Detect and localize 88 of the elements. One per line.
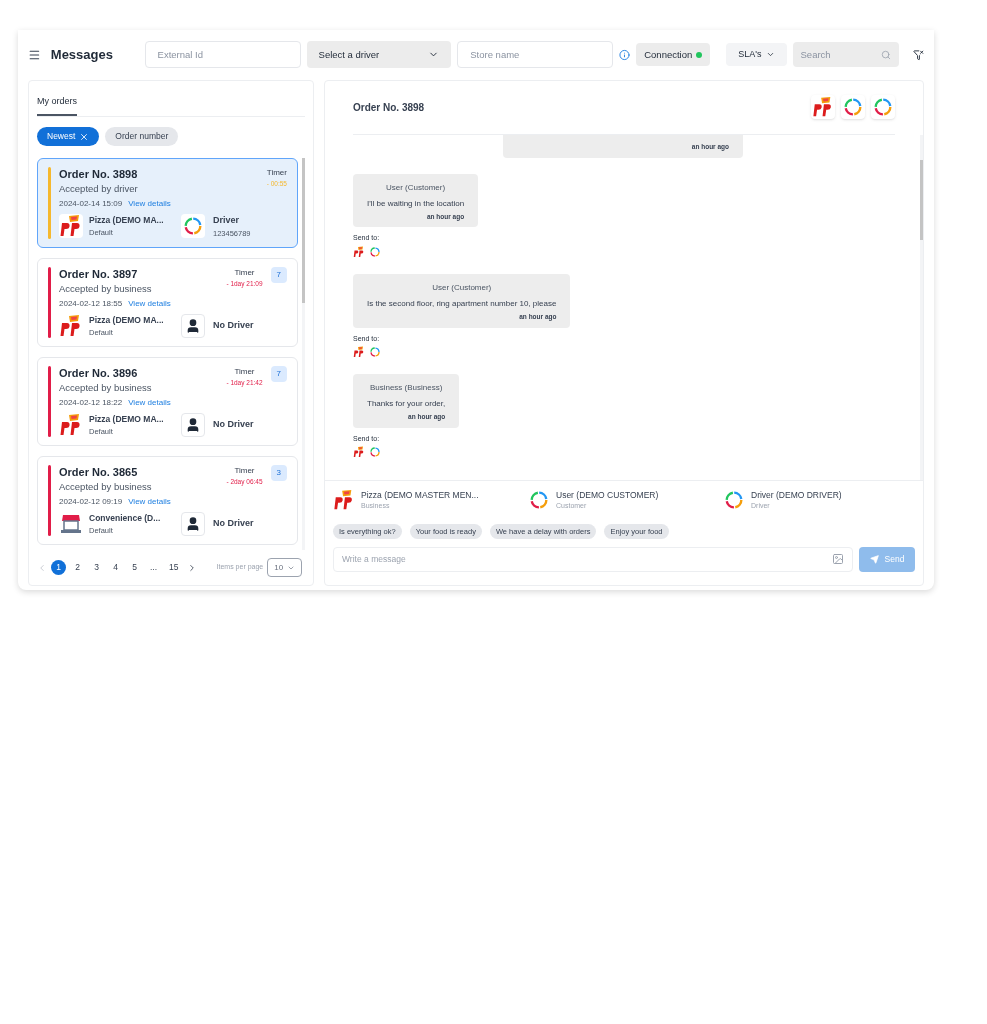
order-status: Accepted by business [59, 281, 152, 296]
per-page-select[interactable]: 10 [267, 558, 303, 577]
driver-name: No Driver [213, 319, 254, 332]
page-button[interactable]: 5 [127, 560, 142, 575]
driver-avatar [181, 313, 205, 338]
message-count: 7 [270, 365, 287, 382]
page-button[interactable]: 1 [51, 560, 66, 575]
connection-label: Connection [644, 47, 693, 62]
message-author: User (Customer) [432, 281, 492, 294]
message-input[interactable]: Write a message [342, 552, 832, 566]
sort-chip[interactable]: Newest [37, 127, 100, 146]
timer-label: Timer [266, 167, 287, 179]
pizza-logo-icon [812, 96, 834, 118]
page-button[interactable]: 2 [70, 560, 85, 575]
send-icon [869, 554, 879, 564]
sort-chip[interactable]: Order number [105, 127, 179, 146]
sla-dropdown[interactable]: SLA's [726, 43, 787, 67]
message-author: User (Customer) [386, 181, 446, 194]
remove-icon[interactable] [79, 131, 90, 142]
driver-name: No Driver [213, 517, 254, 530]
message-text: Thanks for your order, [367, 398, 446, 410]
business-name: Pizza (DEMO MA... [89, 412, 164, 426]
pizza-logo-icon [59, 412, 83, 437]
page-button[interactable]: 3 [89, 560, 104, 575]
scrollbar[interactable] [302, 158, 305, 550]
search-field[interactable]: Search [792, 42, 900, 68]
driver-name: Driver [213, 214, 240, 227]
view-details-link[interactable]: View details [128, 394, 171, 411]
info-icon[interactable] [619, 48, 631, 61]
pizza-logo-icon [353, 446, 365, 459]
pizza-logo-icon [59, 214, 83, 239]
order-title: Order No. 3865 [59, 464, 139, 479]
filter-field[interactable]: Store name [457, 41, 614, 69]
driver-select[interactable]: Select a driver [306, 41, 452, 69]
ring-logo-icon [872, 96, 894, 118]
participant-name: Driver (DEMO DRIVER) [751, 488, 842, 502]
order-date: 2024-02-12 18:22 [59, 396, 123, 409]
order-status: Accepted by business [59, 479, 152, 494]
timer-label: Timer [234, 464, 255, 477]
participant-name: Pizza (DEMO MASTER MEN... [361, 488, 479, 502]
order-status: Accepted by driver [59, 182, 138, 196]
message-field[interactable]: Write a message [333, 546, 853, 572]
page-button[interactable]: 15 [165, 560, 183, 575]
search-input[interactable]: Search [800, 47, 881, 62]
ring-logo-icon [842, 96, 864, 118]
order-title: Order No. 3898 [59, 167, 138, 181]
message-text: I'll be waiting in the location [367, 197, 465, 210]
ring-logo-icon [369, 346, 381, 358]
pizza-logo-icon [353, 346, 365, 358]
chat-title: Order No. 3898 [353, 100, 425, 115]
view-details-link[interactable]: View details [128, 493, 171, 510]
order-date: 2024-02-14 15:09 [59, 198, 123, 210]
participant-logo[interactable] [811, 95, 835, 119]
message-count: 3 [270, 464, 287, 481]
participant-logo[interactable] [871, 95, 895, 119]
page-title: Messages [50, 46, 114, 64]
ring-logo-icon [369, 446, 381, 459]
message-text: Is the second floor, ring apartment number 10, please [367, 297, 557, 310]
business-name: Pizza (DEMO MA... [89, 313, 164, 327]
view-details-link[interactable]: View details [128, 295, 171, 312]
search-icon [881, 49, 892, 60]
page-button[interactable]: ... [146, 560, 162, 575]
view-details-link[interactable]: View details [128, 196, 171, 212]
business-name: Pizza (DEMO MA... [89, 214, 164, 228]
message-count: 7 [270, 266, 287, 283]
driver-avatar [181, 511, 205, 536]
order-status: Accepted by business [59, 380, 152, 395]
participant-name: User (DEMO CUSTOMER) [556, 488, 659, 502]
order-title: Order No. 3896 [59, 365, 139, 380]
participant-logo[interactable] [841, 95, 865, 119]
order-date: 2024-02-12 18:55 [59, 297, 123, 310]
pizza-logo-icon [353, 245, 365, 258]
clear-filter-icon[interactable] [913, 48, 924, 61]
pizza-logo-icon [59, 313, 83, 338]
ring-logo-icon [369, 245, 381, 258]
message-author: Business (Business) [369, 382, 443, 394]
order-date: 2024-02-12 09:19 [59, 495, 123, 508]
orders-tab[interactable]: My orders [37, 94, 77, 116]
timer-label: Timer [234, 266, 255, 279]
image-icon[interactable] [832, 553, 844, 566]
timer-label: Timer [234, 365, 255, 378]
business-name: Convenience (D... [89, 511, 161, 525]
pizza-logo-icon [333, 489, 355, 512]
page-button[interactable]: 4 [108, 560, 123, 575]
driver-avatar [181, 412, 205, 437]
order-title: Order No. 3897 [59, 266, 139, 281]
filter-field[interactable]: External Id [144, 41, 301, 69]
driver-name: No Driver [213, 418, 254, 431]
